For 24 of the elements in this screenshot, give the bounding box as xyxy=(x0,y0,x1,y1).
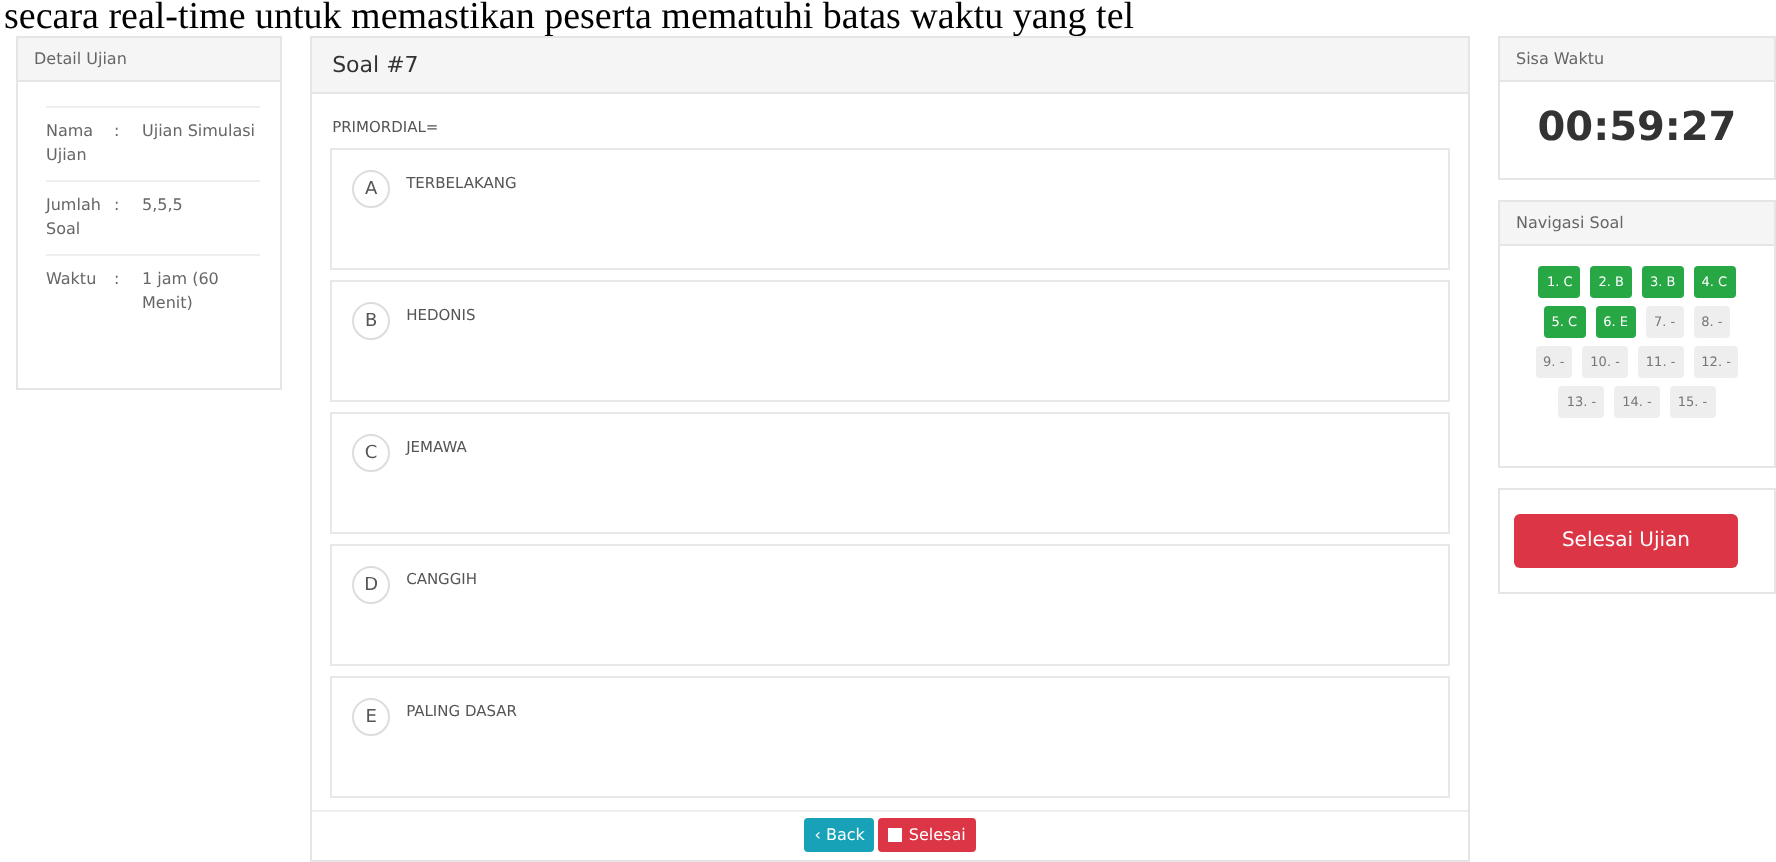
detail-label: Nama Ujian xyxy=(46,120,96,168)
detail-value: Ujian Simulasi xyxy=(142,120,257,144)
option-letter: D xyxy=(352,566,391,604)
caption-text: secara real-time untuk memastikan peserta mematuhi batas waktu yang tel xyxy=(2,0,1137,36)
finish-button[interactable]: Selesai xyxy=(878,818,976,852)
detail-separator: : xyxy=(114,120,122,144)
option-letter: B xyxy=(352,302,391,340)
panel-title: Sisa Waktu xyxy=(1499,38,1774,82)
panel-title: Detail Ujian xyxy=(18,38,281,82)
detail-separator: : xyxy=(114,194,122,218)
square-icon xyxy=(888,828,903,842)
detail-separator: : xyxy=(114,268,122,292)
option-letter: C xyxy=(352,434,391,472)
question-title: Soal #7 xyxy=(312,38,1468,94)
panel-title: Navigasi Soal xyxy=(1499,202,1774,246)
back-button[interactable]: ‹ Back xyxy=(804,818,875,852)
detail-label: Jumlah Soal xyxy=(46,194,103,242)
option-letter: E xyxy=(352,698,391,736)
detail-value: 1 jam (60 Menit) xyxy=(142,268,221,316)
option-letter: A xyxy=(352,170,391,208)
detail-label: Waktu xyxy=(46,268,99,292)
finish-exam-button[interactable]: Selesai Ujian xyxy=(1513,514,1738,568)
countdown-timer: 00:59:27 xyxy=(1535,100,1739,154)
detail-value: 5,5,5 xyxy=(142,194,185,218)
